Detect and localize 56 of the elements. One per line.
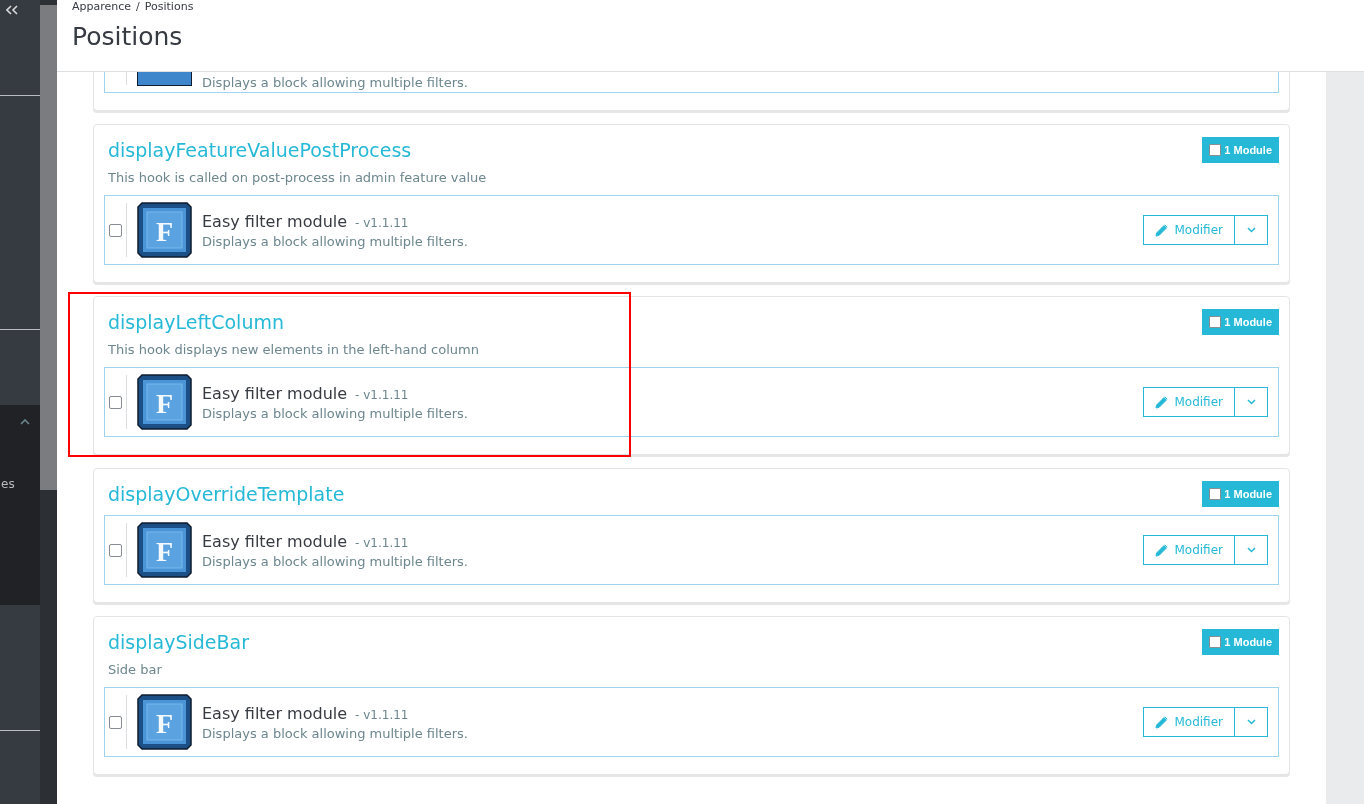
module-logo-icon: F — [137, 694, 192, 750]
collapse-icon[interactable] — [6, 5, 18, 15]
breadcrumb-link[interactable]: Apparence — [72, 0, 132, 14]
module-version: - v1.1.11 — [355, 535, 409, 550]
hook-name[interactable]: displaySideBar — [108, 629, 250, 655]
checkbox[interactable] — [109, 543, 122, 557]
module-logo-icon: F — [137, 374, 192, 430]
module-description: Displays a block allowing multiple filters. — [202, 725, 469, 741]
module-name: Easy filter module — [202, 211, 348, 231]
module-description: Displays a block allowing multiple filters. — [202, 405, 469, 421]
caret-icon — [1246, 547, 1256, 553]
pencil-icon — [1155, 223, 1169, 237]
hook-description: This hook is called on post-process in admin feature value — [108, 169, 487, 187]
hook-description: This hook displays new elements in the left-hand column — [108, 341, 479, 359]
module-count-badge[interactable]: 1 Module — [1202, 629, 1279, 655]
checkbox[interactable] — [109, 223, 122, 237]
hook-name[interactable]: displayLeftColumn — [108, 309, 479, 335]
page-title: Positions — [72, 22, 184, 52]
module-count-badge[interactable]: 1 Module — [1202, 481, 1279, 507]
breadcrumb-separator: / — [136, 0, 140, 14]
module-logo-icon: F — [137, 202, 192, 258]
pencil-icon — [1155, 543, 1169, 557]
hook-description: Side bar — [108, 661, 163, 679]
module-description: Displays a block allowing multiple filters. — [202, 553, 469, 569]
scrollbar-thumb[interactable] — [40, 5, 57, 490]
caret-icon — [1246, 227, 1256, 233]
dropdown-button[interactable] — [1235, 387, 1268, 417]
hook-name[interactable]: displayFeatureValuePostProcess — [108, 137, 487, 163]
module-version: - v1.1.11 — [355, 215, 409, 230]
modify-button[interactable]: Modifier — [1143, 535, 1235, 565]
dropdown-button[interactable] — [1235, 707, 1268, 737]
chevron-up-icon[interactable] — [20, 419, 30, 425]
hook-name[interactable]: displayOverrideTemplate — [108, 481, 345, 507]
checkbox[interactable] — [109, 395, 122, 409]
checkbox[interactable] — [109, 715, 122, 729]
module-version: - v1.1.11 — [355, 387, 409, 402]
module-name: Easy filter module — [202, 703, 348, 723]
dropdown-button[interactable] — [1235, 535, 1268, 565]
modify-button[interactable]: Modifier — [1143, 387, 1235, 417]
module-count-badge[interactable]: 1 Module — [1202, 137, 1279, 163]
module-description: Displays a block allowing multiple filters. — [202, 233, 469, 249]
pencil-icon — [1155, 395, 1169, 409]
pencil-icon — [1155, 715, 1169, 729]
modify-button[interactable]: Modifier — [1143, 707, 1235, 737]
module-version: - v1.1.11 — [355, 707, 409, 722]
caret-icon — [1246, 399, 1256, 405]
module-description: Displays a block allowing multiple filters. — [202, 75, 468, 90]
modify-button[interactable]: Modifier — [1143, 215, 1235, 245]
sidebar-item[interactable]: es — [1, 477, 15, 491]
breadcrumb-current: Positions — [144, 0, 194, 14]
module-name: Easy filter module — [202, 383, 348, 403]
module-count-badge[interactable]: 1 Module — [1202, 309, 1279, 335]
module-logo-icon: F — [137, 522, 192, 578]
module-name: Easy filter module — [202, 531, 348, 551]
dropdown-button[interactable] — [1235, 215, 1268, 245]
caret-icon — [1246, 719, 1256, 725]
